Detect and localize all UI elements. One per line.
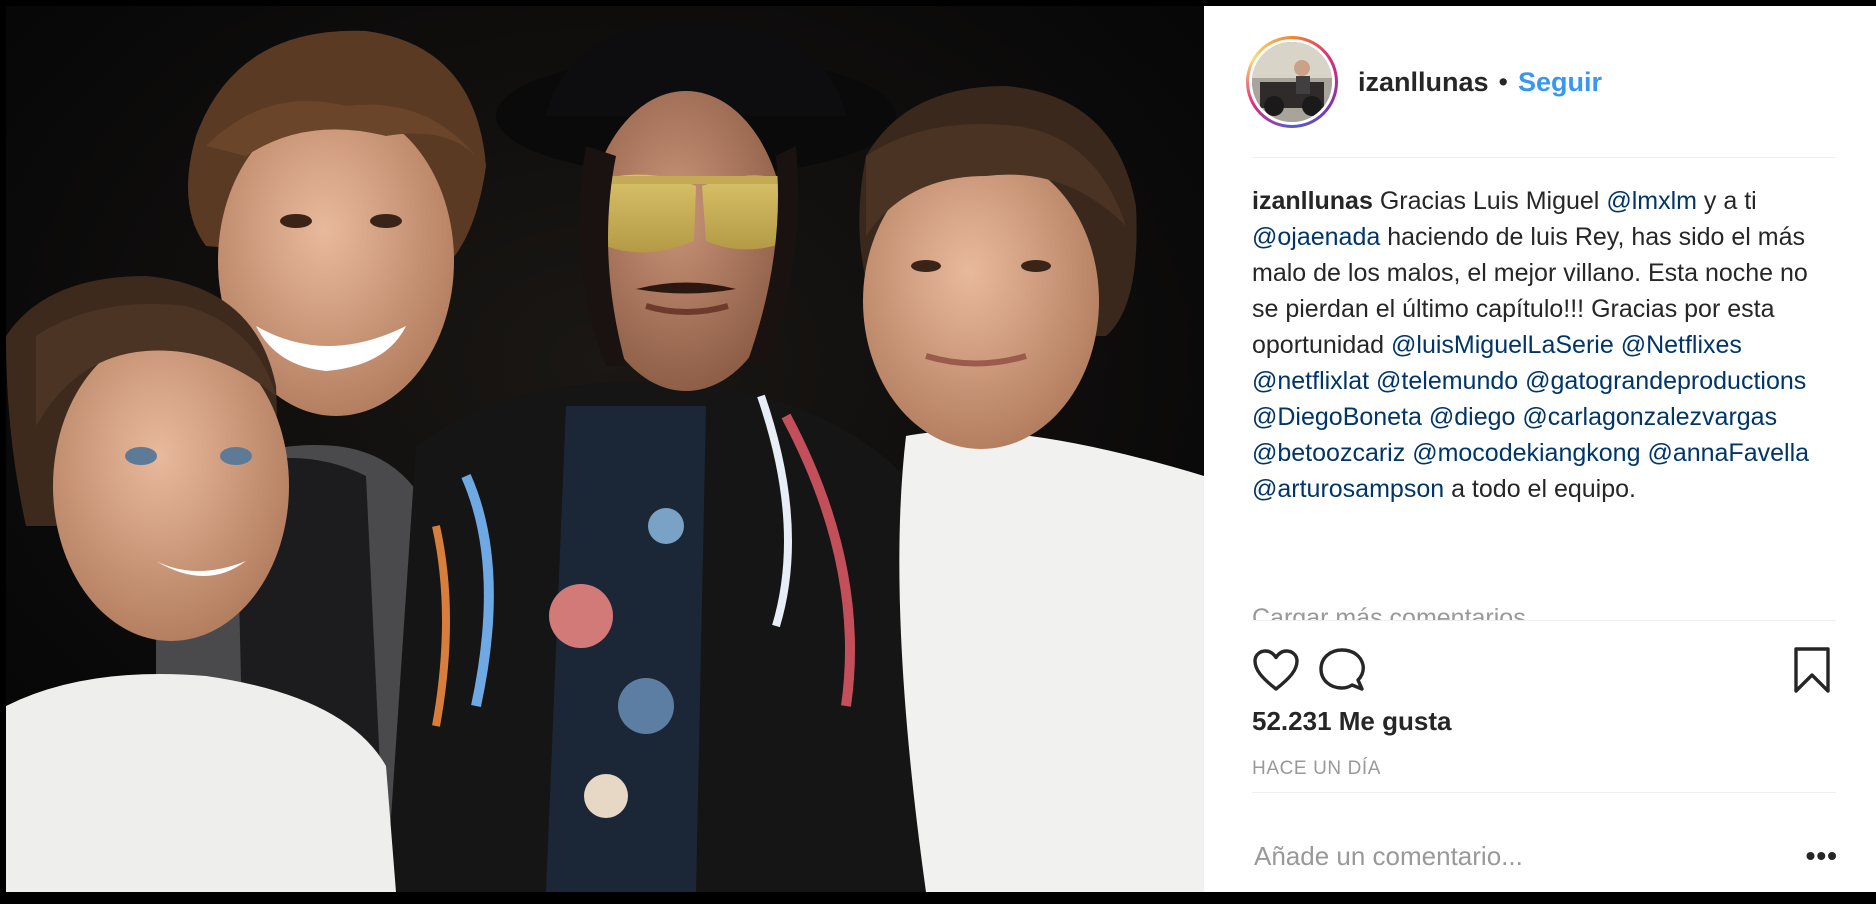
mention-link[interactable]: @annaFavella	[1647, 439, 1809, 467]
comment-icon	[1319, 648, 1365, 691]
avatar[interactable]	[1246, 36, 1338, 128]
comment-button[interactable]	[1314, 642, 1370, 698]
comment-input[interactable]	[1252, 839, 1756, 873]
load-more-comments[interactable]: Cargar más comentarios	[1252, 600, 1832, 620]
separator-dot: •	[1498, 66, 1508, 97]
mention-link[interactable]: @telemundo	[1376, 367, 1518, 395]
caption-text: y a ti	[1696, 187, 1757, 215]
mention-link[interactable]: @arturosampson	[1252, 475, 1444, 503]
save-button[interactable]	[1784, 642, 1840, 698]
mention-link[interactable]: @mocodekiangkong	[1412, 439, 1640, 467]
caption-text: Gracias Luis Miguel	[1372, 187, 1607, 215]
more-options-button[interactable]: •••	[1806, 840, 1838, 872]
caption-username[interactable]: izanllunas	[1252, 187, 1373, 215]
caption-text: a todo el equipo.	[1444, 475, 1636, 503]
bookmark-icon	[1794, 647, 1830, 693]
likes-count[interactable]: 52.231 Me gusta	[1252, 706, 1451, 737]
post-side-panel: izanllunas • Seguir izanllunas Gracias L…	[1204, 6, 1876, 892]
app-window: izanllunas • Seguir izanllunas Gracias L…	[0, 0, 1876, 904]
mention-link[interactable]: @luisMiguelLaSerie	[1391, 331, 1614, 359]
mention-link[interactable]: @betoozcariz	[1252, 439, 1405, 467]
mention-link[interactable]: @gatograndeproductions	[1525, 367, 1806, 395]
mention-link[interactable]: @lmxlm	[1606, 187, 1697, 215]
header-divider	[1252, 157, 1836, 158]
like-button[interactable]	[1248, 642, 1304, 698]
mention-link[interactable]: @Netflixes	[1621, 331, 1742, 359]
mention-link[interactable]: @carlagonzalezvargas	[1522, 403, 1777, 431]
post-timestamp[interactable]: HACE UN DÍA	[1252, 758, 1381, 780]
mention-link[interactable]: @netflixlat	[1252, 367, 1369, 395]
post-actions	[1248, 642, 1838, 698]
mention-link[interactable]: @DiegoBoneta	[1252, 403, 1422, 431]
avatar-image	[1252, 42, 1332, 122]
post-username[interactable]: izanllunas	[1358, 67, 1489, 98]
mention-link[interactable]: @diego	[1429, 403, 1516, 431]
mention-link[interactable]: @ojaenada	[1252, 223, 1380, 251]
post-caption: izanllunas Gracias Luis Miguel @lmxlm y …	[1252, 183, 1832, 507]
post-photo[interactable]	[6, 6, 1204, 892]
comment-form: •••	[1252, 826, 1837, 886]
post-image	[6, 6, 1204, 892]
post-header: izanllunas • Seguir	[1246, 32, 1602, 132]
comments-divider	[1252, 620, 1836, 621]
heart-icon	[1253, 649, 1299, 691]
footer-divider	[1252, 792, 1836, 793]
follow-button[interactable]: Seguir	[1518, 67, 1602, 98]
